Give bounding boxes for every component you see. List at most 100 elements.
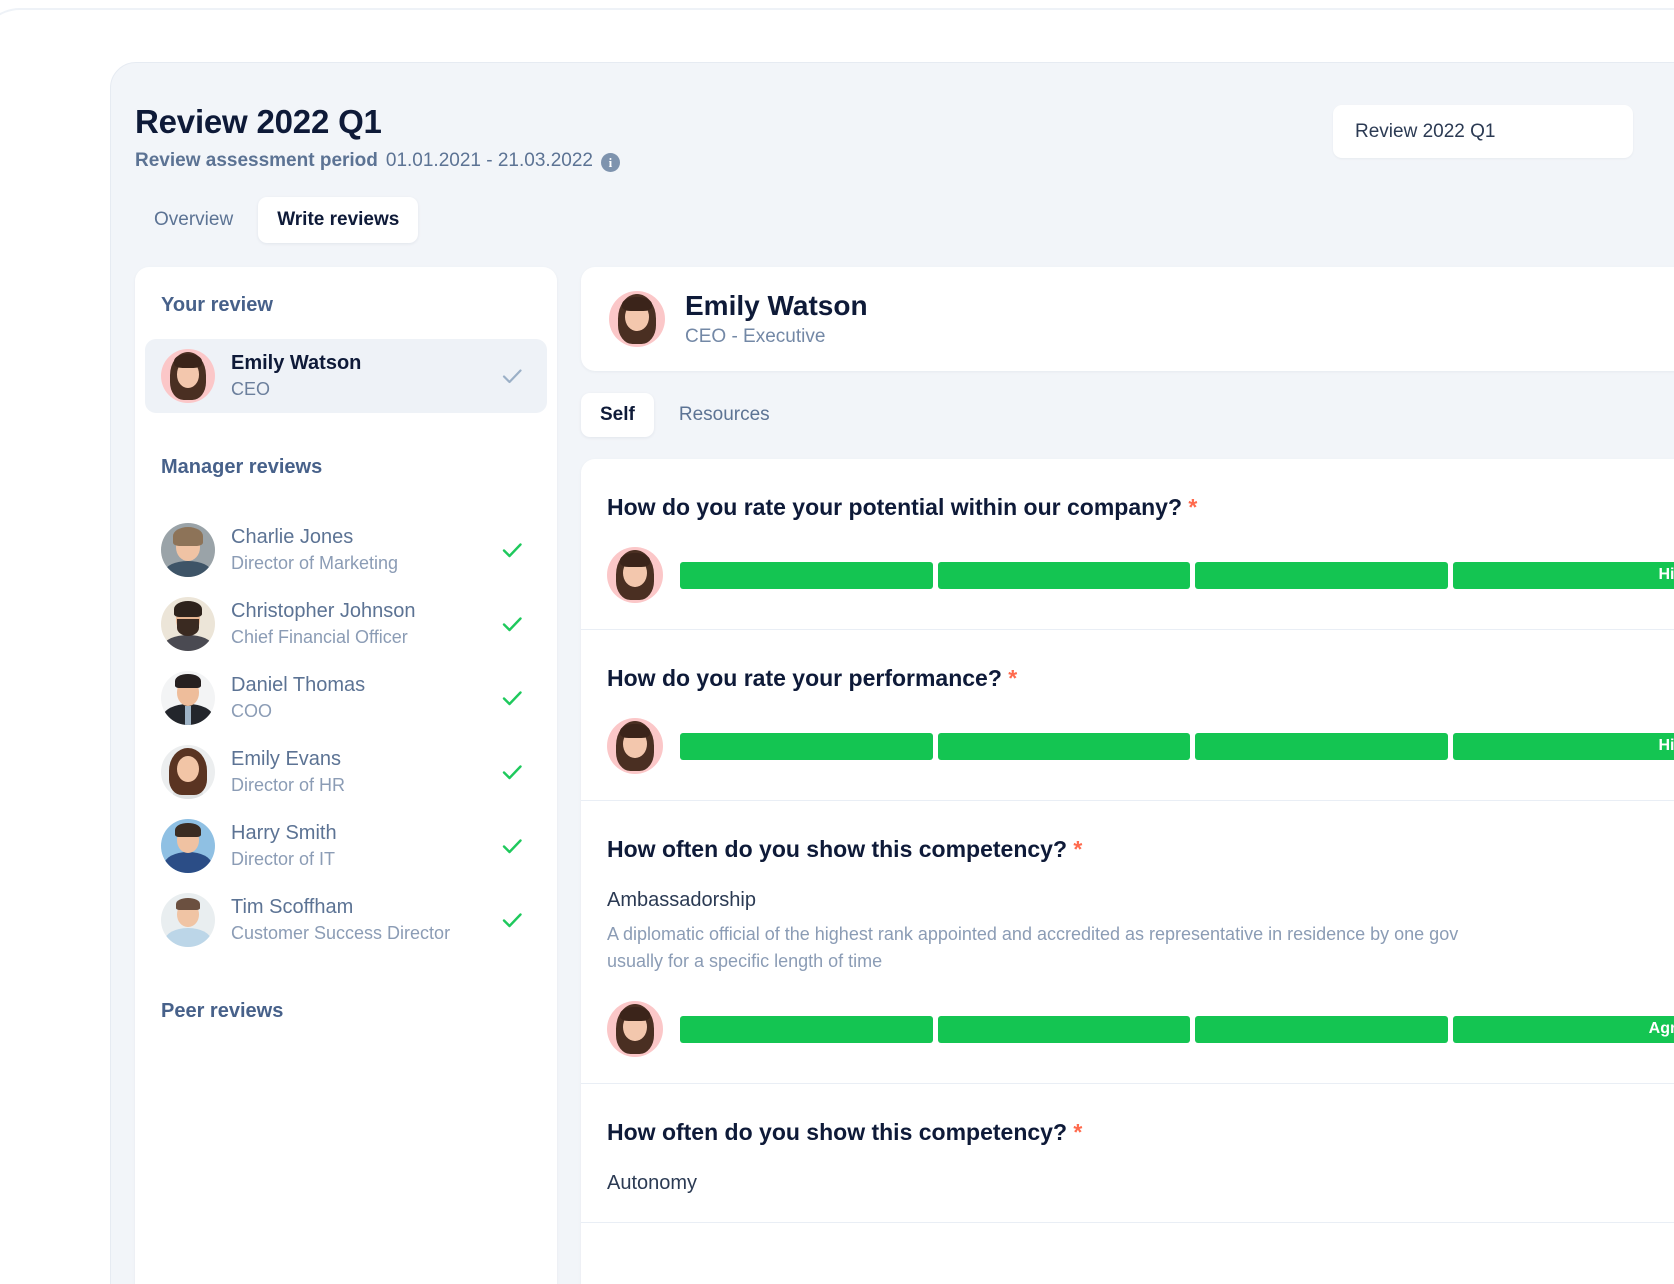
avatar [161, 745, 215, 799]
required-marker: * [1073, 836, 1083, 862]
sidebar-item-daniel-thomas[interactable]: Daniel Thomas COO [145, 661, 547, 735]
period-selector[interactable]: Review 2022 Q1 [1333, 105, 1633, 158]
check-icon [499, 907, 525, 933]
person-name: Charlie Jones [231, 526, 354, 548]
question-text: How often do you show this competency? [607, 1119, 1068, 1145]
person-info: Christopher Johnson Chief Financial Offi… [231, 599, 483, 649]
avatar [161, 523, 215, 577]
rating-row: Agree [607, 1001, 1674, 1057]
avatar [607, 547, 663, 603]
rating-segment-2[interactable] [937, 1015, 1190, 1043]
avatar [161, 597, 215, 651]
rating-segment-1[interactable] [680, 732, 933, 760]
rating-scale[interactable]: High [680, 561, 1674, 589]
reviews-sidebar: Your review Emily Watson CEO Manager rev… [135, 267, 557, 1284]
check-icon [499, 685, 525, 711]
question-text: How often do you show this competency? [607, 836, 1068, 862]
rating-scale[interactable]: High [680, 732, 1674, 760]
rating-segment-3[interactable] [1195, 561, 1448, 589]
check-icon [499, 833, 525, 859]
required-marker: * [1073, 1119, 1083, 1145]
sidebar-item-tim-scoffham[interactable]: Tim Scoffham Customer Success Director [145, 883, 547, 957]
question-block: How do you rate your performance? * Hi [581, 630, 1674, 801]
assessment-period-label: Review assessment period [135, 150, 378, 171]
person-info: Harry Smith Director of IT [231, 821, 483, 871]
person-role: CEO [231, 379, 271, 399]
tab-write-reviews[interactable]: Write reviews [258, 197, 419, 243]
person-role: Customer Success Director [231, 923, 451, 943]
person-role: Director of IT [231, 849, 336, 869]
competency-description: A diplomatic official of the highest ran… [607, 924, 1459, 971]
person-role: COO [231, 701, 273, 721]
rating-value-label: High [1658, 737, 1674, 754]
tab-overview[interactable]: Overview [135, 197, 252, 243]
avatar [609, 291, 665, 347]
profile-card: Emily Watson CEO - Executive [581, 267, 1674, 371]
avatar [161, 819, 215, 873]
question-block: How often do you show this competency? *… [581, 801, 1674, 1084]
person-info: Emily Watson CEO [231, 351, 483, 401]
check-icon [499, 537, 525, 563]
content-area: Your review Emily Watson CEO Manager rev… [135, 267, 1674, 1284]
sidebar-item-emily-evans[interactable]: Emily Evans Director of HR [145, 735, 547, 809]
question-title: How do you rate your potential within ou… [607, 493, 1674, 521]
question-block: How do you rate your potential within ou… [581, 459, 1674, 630]
person-name: Emily Watson [231, 352, 362, 374]
sidebar-item-emily-watson[interactable]: Emily Watson CEO [145, 339, 547, 413]
check-icon [499, 759, 525, 785]
period-selector-value: Review 2022 Q1 [1355, 120, 1496, 142]
person-name: Emily Evans [231, 748, 342, 770]
rating-row: High [607, 718, 1674, 774]
rating-segment-4[interactable]: Agree [1452, 1015, 1674, 1043]
person-role: Director of Marketing [231, 553, 399, 573]
assessment-period-dates: 01.01.2021 - 21.03.2022 [385, 150, 593, 171]
person-name: Christopher Johnson [231, 600, 416, 622]
person-role: Chief Financial Officer [231, 627, 408, 647]
sidebar-item-christopher-johnson[interactable]: Christopher Johnson Chief Financial Offi… [145, 587, 547, 661]
rating-segment-1[interactable] [680, 561, 933, 589]
check-icon [499, 611, 525, 637]
rating-segment-1[interactable] [680, 1015, 933, 1043]
rating-segment-4[interactable]: High [1452, 732, 1674, 760]
person-info: Emily Evans Director of HR [231, 747, 483, 797]
avatar [607, 1001, 663, 1057]
person-role: Director of HR [231, 775, 346, 795]
main-column: Emily Watson CEO - Executive Self Resour… [581, 267, 1674, 1284]
question-block: How often do you show this competency? *… [581, 1084, 1674, 1223]
person-info: Charlie Jones Director of Marketing [231, 525, 483, 575]
rating-scale[interactable]: Agree [680, 1015, 1674, 1043]
competency-name: Autonomy [607, 1172, 698, 1194]
rating-segment-3[interactable] [1195, 1015, 1448, 1043]
sidebar-group-title-peer-reviews: Peer reviews [161, 1000, 284, 1022]
tab-resources[interactable]: Resources [660, 393, 789, 437]
sidebar-group-title-manager-reviews: Manager reviews [161, 456, 323, 478]
rating-segment-4[interactable]: High [1452, 561, 1674, 589]
questions-card: How do you rate your potential within ou… [581, 459, 1674, 1284]
question-title: How often do you show this competency? * [607, 1118, 1674, 1146]
rating-segment-3[interactable] [1195, 732, 1448, 760]
rating-value-label: High [1658, 566, 1674, 583]
sidebar-item-harry-smith[interactable]: Harry Smith Director of IT [145, 809, 547, 883]
rating-row: High [607, 547, 1674, 603]
profile-text: Emily Watson CEO - Executive [685, 289, 868, 349]
app-window: Review 2022 Q1 Review assessment period … [110, 62, 1674, 1284]
rating-segment-2[interactable] [937, 732, 1190, 760]
profile-role: CEO - Executive [685, 326, 826, 347]
avatar [161, 349, 215, 403]
info-icon[interactable]: i [600, 152, 620, 172]
avatar [161, 671, 215, 725]
question-title: How often do you show this competency? * [607, 835, 1674, 863]
sidebar-item-charlie-jones[interactable]: Charlie Jones Director of Marketing [145, 513, 547, 587]
sidebar-group-title-your-review: Your review [161, 294, 273, 316]
rating-segment-2[interactable] [937, 561, 1190, 589]
question-text: How do you rate your potential within ou… [607, 494, 1183, 520]
rating-value-label: Agree [1648, 1020, 1674, 1037]
avatar [161, 893, 215, 947]
person-name: Daniel Thomas [231, 674, 366, 696]
tab-self[interactable]: Self [581, 393, 654, 437]
person-info: Daniel Thomas COO [231, 673, 483, 723]
review-subtabs: Self Resources [581, 393, 1674, 437]
screenshot-root: Review 2022 Q1 Review assessment period … [0, 0, 1674, 1284]
question-text: How do you rate your performance? [607, 665, 1002, 691]
